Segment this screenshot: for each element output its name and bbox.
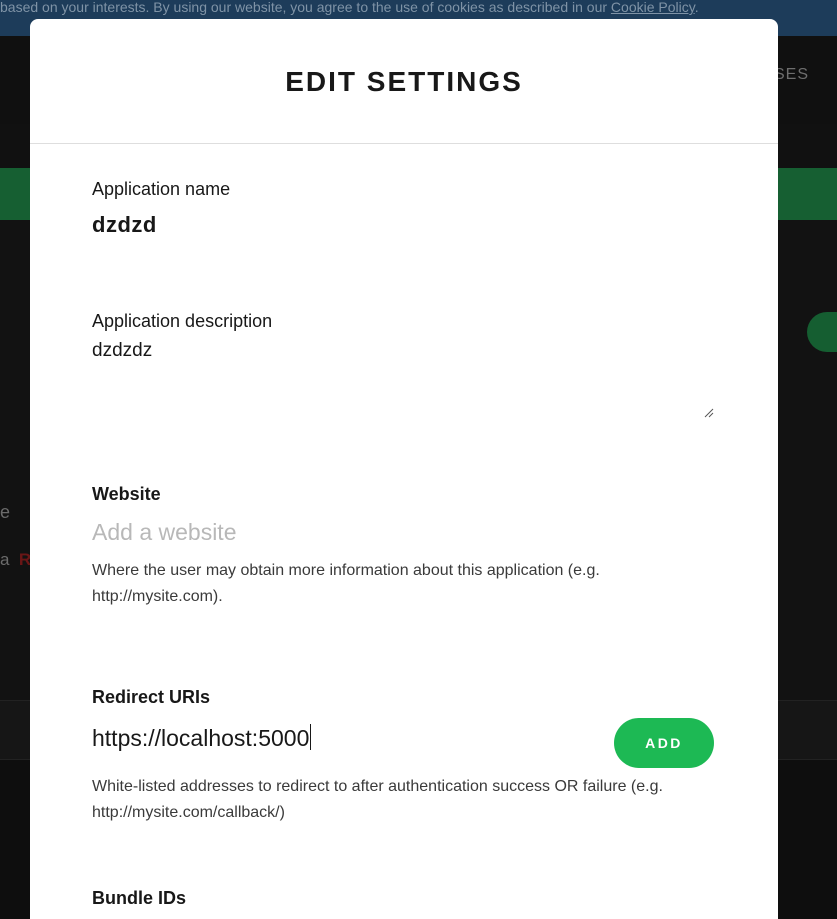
app-name-label: Application name <box>92 179 231 199</box>
website-help-text: Where the user may obtain more informati… <box>92 562 600 605</box>
background-text-a: a <box>0 550 10 569</box>
redirect-uri-input[interactable]: https://localhost:5000 <box>92 724 312 752</box>
app-description-textarea[interactable]: dzdzdz <box>92 340 714 418</box>
cookie-policy-link[interactable]: Cookie Policy <box>611 0 695 15</box>
modal-title: EDIT SETTINGS <box>285 66 523 97</box>
app-description-value: dzdzdz <box>92 340 153 361</box>
add-redirect-uri-button[interactable]: ADD <box>614 718 714 768</box>
redirect-uris-help-text: White-listed addresses to redirect to af… <box>92 778 663 821</box>
redirect-uri-value: https://localhost:5000 <box>92 725 310 751</box>
website-field: Website Add a website Where the user may… <box>92 484 714 610</box>
website-input[interactable]: Add a website <box>92 519 714 546</box>
redirect-uris-label: Redirect URIs <box>92 687 211 707</box>
text-cursor <box>310 724 312 750</box>
app-description-label: Application description <box>92 311 273 331</box>
modal-header: EDIT SETTINGS <box>30 19 778 144</box>
background-nav-item: SES <box>773 66 809 83</box>
resize-handle-icon[interactable] <box>704 408 714 418</box>
website-label: Website <box>92 484 161 504</box>
cookie-banner-text: based on your interests. By using our we… <box>0 0 611 15</box>
background-text: e <box>0 502 11 522</box>
edit-settings-modal: EDIT SETTINGS Application name dzdzd App… <box>30 19 778 919</box>
app-name-value[interactable]: dzdzd <box>92 212 714 238</box>
app-description-field: Application description dzdzdz <box>92 311 714 418</box>
bundle-ids-field: Bundle IDs <box>92 888 714 909</box>
background-text-line: a R <box>0 550 31 570</box>
redirect-uri-row: https://localhost:5000 ADD <box>92 718 714 768</box>
cookie-banner-period: . <box>694 0 699 15</box>
redirect-uris-field: Redirect URIs https://localhost:5000 ADD… <box>92 687 714 826</box>
bundle-ids-label: Bundle IDs <box>92 888 187 908</box>
app-name-field: Application name dzdzd <box>92 179 714 238</box>
